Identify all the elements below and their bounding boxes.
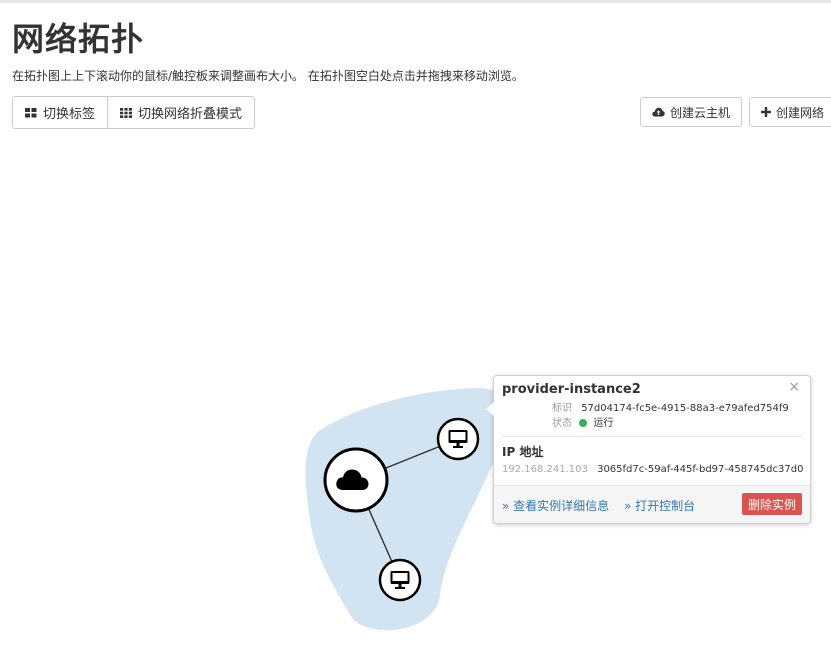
instance-id-label: 标识 [552,403,572,414]
ip-address-title: IP 地址 [502,445,544,459]
instance-status-label: 状态 [552,418,572,429]
status-active-icon [579,419,588,427]
instance-name: provider-instance2 [502,382,641,397]
instance-id-row: 标识 57d04174-fc5e-4915-88a3-e79afed754f9 [552,399,789,414]
balloon-pointer [486,402,494,416]
instance-info-balloon: × provider-instance2 标识 57d04174-fc5e-49… [486,375,811,524]
instance-id-value: 57d04174-fc5e-4915-88a3-e79afed754f9 [581,403,789,414]
open-console-link[interactable]: » 打开控制台 [624,497,695,514]
topology-canvas[interactable] [0,0,831,670]
port-id-value: 3065fd7c-59af-445f-bd97-458745dc37d0 [597,464,804,475]
network-node[interactable] [323,447,389,513]
ip-address-value: 192.168.241.103 [502,464,588,475]
balloon-divider [502,436,802,437]
instance-status-row: 状态 运行 [552,414,613,429]
balloon-footer: » 查看实例详细信息 » 打开控制台 删除实例 [494,485,810,523]
ip-address-row: 192.168.241.103 3065fd7c-59af-445f-bd97-… [502,464,803,475]
instance-status-value: 运行 [593,418,614,429]
delete-instance-button[interactable]: 删除实例 [742,493,802,515]
view-instance-details-link[interactable]: » 查看实例详细信息 [502,497,609,514]
instance-node-provider-instance2[interactable] [436,417,480,461]
close-icon[interactable]: × [788,379,800,395]
instance-node-2[interactable] [378,558,422,602]
